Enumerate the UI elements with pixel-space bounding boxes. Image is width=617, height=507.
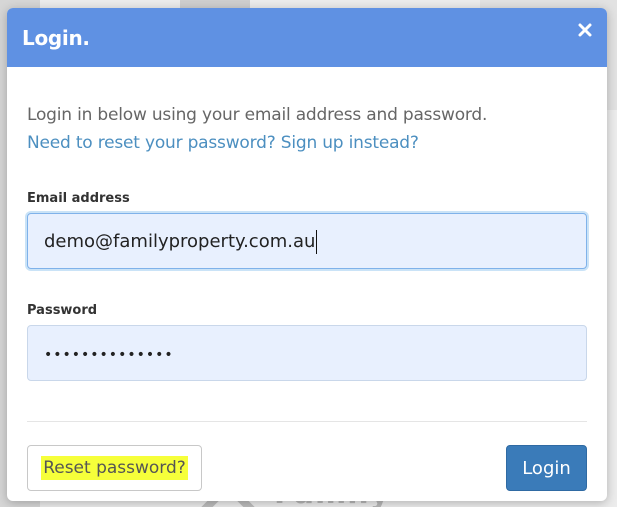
reset-password-label: Reset password? [41, 456, 188, 480]
modal-body: Login in below using your email address … [7, 101, 607, 422]
intro-text: Login in below using your email address … [27, 105, 488, 125]
modal-title: Login. [22, 26, 90, 50]
login-button[interactable]: Login [506, 445, 587, 491]
intro-links: Need to reset your password? Sign up ins… [27, 129, 587, 157]
text-caret [316, 230, 318, 254]
login-modal: Login. Login in below using your email a… [7, 8, 607, 501]
modal-footer: Reset password? Login [7, 422, 607, 501]
modal-header: Login. [7, 8, 607, 67]
email-field[interactable]: demo@familyproperty.com.au [27, 213, 587, 269]
signup-link[interactable]: Sign up instead? [281, 133, 419, 153]
email-label: Email address [27, 191, 130, 206]
password-label: Password [27, 303, 98, 318]
close-icon[interactable] [577, 22, 593, 38]
email-value: demo@familyproperty.com.au [44, 231, 316, 252]
password-value: •••••••••••••• [44, 347, 174, 363]
reset-password-button[interactable]: Reset password? [27, 445, 202, 491]
password-field[interactable]: •••••••••••••• [27, 325, 587, 381]
reset-password-link[interactable]: Need to reset your password? [27, 133, 276, 153]
